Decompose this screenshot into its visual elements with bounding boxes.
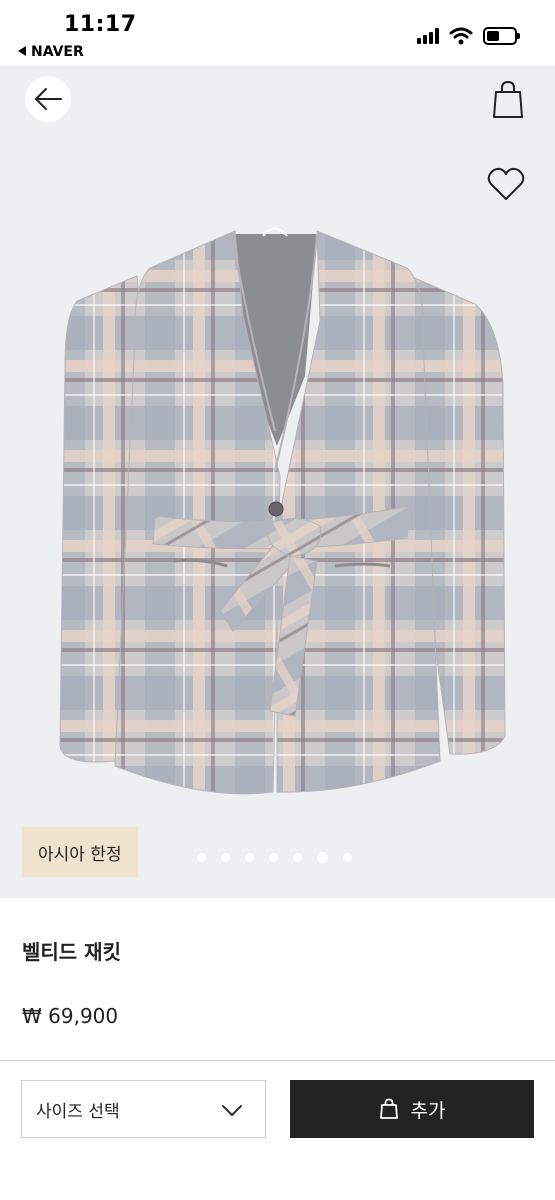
- product-name: 벨티드 재킷: [22, 940, 121, 964]
- asia-exclusive-badge: 아시아 한정: [22, 827, 138, 877]
- wifi-icon: [449, 27, 473, 45]
- add-button-label: 추가: [410, 1099, 446, 1122]
- size-select-dropdown[interactable]: 사이즈 선택: [21, 1080, 266, 1138]
- status-icons: [417, 26, 520, 46]
- back-arrow-icon: [35, 88, 62, 110]
- back-triangle-icon: [18, 46, 26, 56]
- cellular-signal-icon: [417, 28, 439, 44]
- shopping-bag-icon: [379, 1098, 398, 1119]
- carousel-dot[interactable]: [245, 853, 254, 862]
- carousel-dot[interactable]: [221, 853, 230, 862]
- back-button[interactable]: [25, 76, 71, 122]
- size-select-label: 사이즈 선택: [36, 1101, 120, 1122]
- product-image-jacket: [59, 227, 506, 795]
- bottom-action-bar: 사이즈 선택 추가: [0, 1060, 555, 1200]
- carousel-dot[interactable]: [269, 853, 278, 862]
- shopping-bag-icon[interactable]: [491, 80, 525, 120]
- back-app-label: NAVER: [31, 44, 84, 60]
- product-info: 벨티드 재킷 ₩ 69,900: [0, 898, 555, 1060]
- heart-icon[interactable]: [487, 166, 525, 202]
- product-price: ₩ 69,900: [22, 1004, 119, 1028]
- carousel-dot-active[interactable]: [317, 852, 328, 863]
- add-to-bag-button[interactable]: 추가: [290, 1080, 534, 1138]
- back-to-app-link[interactable]: NAVER: [18, 44, 84, 60]
- status-time: 11:17: [64, 12, 137, 37]
- status-bar: 11:17 NAVER: [0, 0, 555, 66]
- carousel-dot[interactable]: [343, 853, 352, 862]
- product-image-gallery[interactable]: 아시아 한정: [0, 66, 555, 898]
- battery-icon: [483, 27, 520, 45]
- carousel-pagination: [197, 852, 352, 863]
- chevron-down-icon: [222, 1105, 242, 1116]
- carousel-dot[interactable]: [197, 853, 206, 862]
- carousel-dot[interactable]: [293, 853, 302, 862]
